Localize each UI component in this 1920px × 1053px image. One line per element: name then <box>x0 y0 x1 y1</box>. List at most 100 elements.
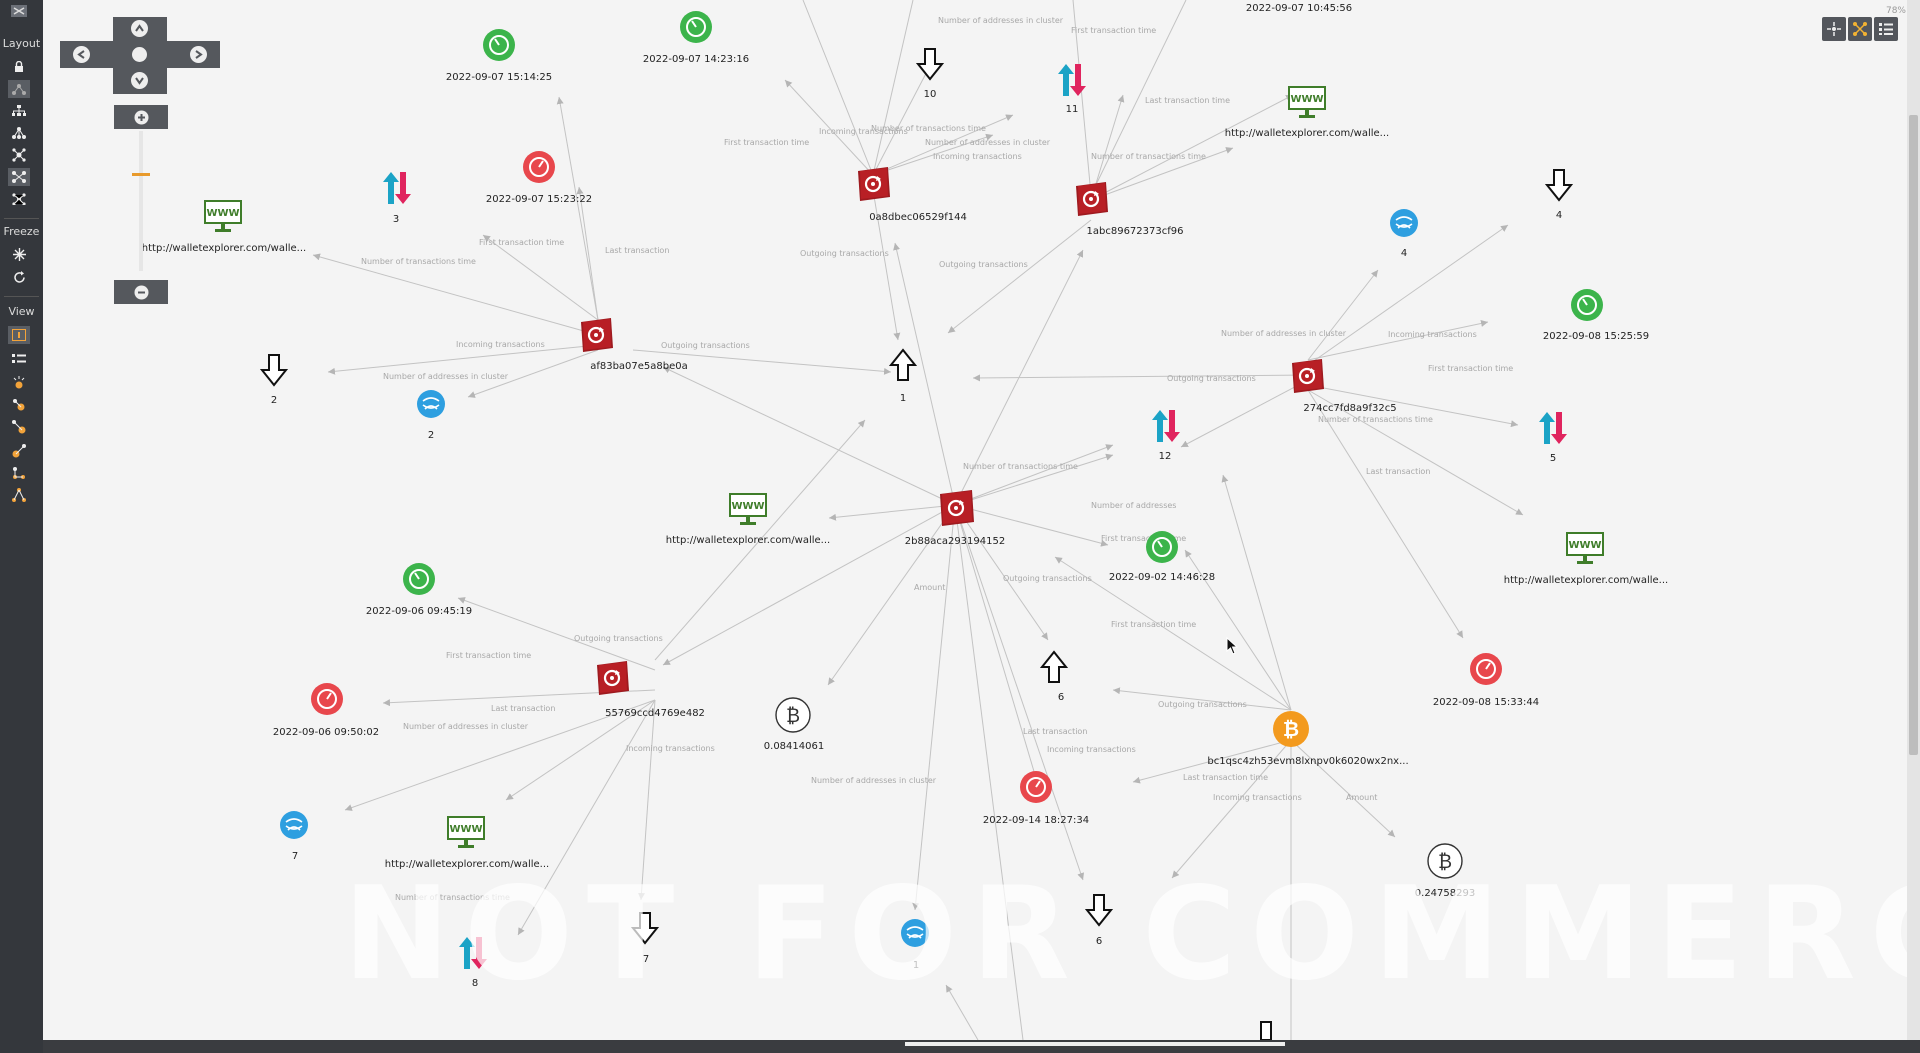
incoming-transactions-node[interactable] <box>916 47 944 81</box>
zoom-in-button[interactable] <box>114 105 168 129</box>
layout-structural-button[interactable] <box>8 190 30 208</box>
view-path-button[interactable] <box>8 464 30 482</box>
www-link-node[interactable]: WWW <box>729 493 767 527</box>
incoming-transactions-node[interactable] <box>1545 168 1573 202</box>
zoom-slider-track[interactable] <box>139 131 143 271</box>
addresses-count-node[interactable] <box>279 810 309 840</box>
layout-hierarchy-button[interactable] <box>8 102 30 120</box>
first-transaction-time-node[interactable] <box>1145 530 1179 564</box>
cluster-node-af83[interactable] <box>577 316 615 354</box>
outgoing-transactions-node[interactable] <box>1040 650 1068 684</box>
incoming-transactions-node[interactable] <box>260 353 288 387</box>
edge-label: Number of addresses in cluster <box>938 16 1064 25</box>
transactions-count-node[interactable] <box>1057 62 1087 98</box>
cluster-node-274c[interactable] <box>1288 357 1326 395</box>
path-icon <box>13 467 25 479</box>
hierarchy-icon <box>12 105 26 116</box>
cluster-node-2b88[interactable] <box>936 488 976 528</box>
www-url-label: http://walletexplorer.com/walle... <box>141 243 307 254</box>
arrow-right-icon <box>195 50 203 59</box>
view-incoming-button[interactable] <box>8 418 30 436</box>
vertical-scrollbar[interactable] <box>1907 0 1920 1040</box>
view-outgoing-button[interactable] <box>8 442 30 460</box>
view-info-button[interactable] <box>8 326 30 344</box>
zoom-slider-handle[interactable] <box>132 173 150 176</box>
lock-icon <box>15 61 23 72</box>
count-label: 11 <box>1065 104 1079 115</box>
center-graph-button[interactable] <box>1822 17 1846 41</box>
www-link-node[interactable]: WWW <box>204 200 242 234</box>
count-label: 4 <box>1555 210 1563 221</box>
vertical-scrollbar-thumb[interactable] <box>1909 115 1918 755</box>
transactions-count-node[interactable] <box>1538 410 1568 446</box>
layout-lock-button[interactable] <box>8 58 30 76</box>
zoom-out-button[interactable] <box>114 280 168 304</box>
svg-text:WWW: WWW <box>206 208 239 219</box>
horizontal-scrollbar[interactable] <box>43 1040 1920 1053</box>
pan-left-button[interactable] <box>73 46 90 63</box>
layout-organic-button[interactable] <box>8 80 30 98</box>
outgoing-transactions-node[interactable] <box>889 348 917 382</box>
cluster-node-5576[interactable] <box>593 659 631 697</box>
amount-node[interactable]: ₿ <box>774 696 812 734</box>
www-link-node[interactable]: WWW <box>447 816 485 850</box>
edge-label: Outgoing transactions <box>1003 574 1092 583</box>
last-transaction-time-node[interactable] <box>310 682 344 716</box>
edge-label: Number of addresses in cluster <box>403 722 529 731</box>
last-transaction-time-node[interactable] <box>1469 652 1503 686</box>
last-transaction-time-node[interactable] <box>522 150 556 184</box>
edge-label: Outgoing transactions <box>574 634 663 643</box>
edge-label: Number of addresses <box>1091 501 1177 510</box>
transactions-count-node[interactable] <box>1151 408 1181 444</box>
svg-text:WWW: WWW <box>731 501 764 512</box>
refresh-button[interactable] <box>8 268 30 286</box>
pan-center-button[interactable] <box>132 47 147 62</box>
bitcoin-address-node[interactable]: ₿ <box>1272 710 1310 748</box>
cluster-node-1abc[interactable] <box>1072 180 1110 218</box>
layout-radial-button[interactable] <box>8 146 30 164</box>
www-link-node[interactable]: WWW <box>1566 532 1604 566</box>
addresses-count-node[interactable] <box>416 389 446 419</box>
transactions-count-node[interactable] <box>382 170 412 206</box>
pan-right-button[interactable] <box>190 46 207 63</box>
time-label: 2022-09-07 15:14:25 <box>445 72 553 83</box>
first-transaction-time-node[interactable] <box>1570 288 1604 322</box>
count-label: 3 <box>392 214 400 225</box>
count-label: 6 <box>1057 692 1065 703</box>
incoming-transactions-node[interactable] <box>1252 1020 1280 1040</box>
view-section-title: View <box>8 305 35 318</box>
lens-layout-icon <box>12 171 26 183</box>
tree-layout-icon <box>12 127 26 139</box>
time-label: 2022-09-07 10:45:56 <box>1245 3 1353 14</box>
cluster-node-0a8d[interactable] <box>854 165 892 203</box>
first-transaction-time-node[interactable] <box>402 562 436 596</box>
first-transaction-time-node[interactable] <box>679 10 713 44</box>
horizontal-scrollbar-thumb[interactable] <box>905 1042 1285 1046</box>
edge-label: Outgoing transactions <box>1167 374 1256 383</box>
view-highlight-button[interactable] <box>8 374 30 392</box>
neighbors-icon <box>13 399 25 411</box>
list-icon <box>12 354 26 363</box>
view-list-button[interactable] <box>8 350 30 368</box>
first-transaction-time-node[interactable] <box>482 28 516 62</box>
freeze-button[interactable] <box>8 245 30 263</box>
pan-up-button[interactable] <box>131 20 148 37</box>
link-mode-button[interactable] <box>1848 17 1872 41</box>
edge-label: Number of transactions time <box>963 462 1078 471</box>
count-label: 1 <box>899 393 907 404</box>
last-transaction-time-node[interactable] <box>1019 770 1053 804</box>
view-shortest-path-button[interactable] <box>8 486 30 504</box>
edge-label: Incoming transactions <box>1213 793 1302 802</box>
www-link-node[interactable]: WWW <box>1288 86 1326 120</box>
edge-label: Last transaction <box>491 704 556 713</box>
view-neighbors-button[interactable] <box>8 396 30 414</box>
list-panel-button[interactable] <box>1874 17 1898 41</box>
addresses-count-node[interactable] <box>1389 208 1419 238</box>
arrow-left-icon <box>77 50 85 59</box>
graph-canvas[interactable]: Number of addresses in cluster First tra… <box>43 0 1920 1040</box>
left-toolbar: Layout Freeze View <box>0 0 43 1053</box>
pan-down-button[interactable] <box>131 72 148 89</box>
layout-lens-button[interactable] <box>8 168 30 186</box>
layout-tree-button[interactable] <box>8 124 30 142</box>
menu-toggle-button[interactable] <box>8 2 30 20</box>
